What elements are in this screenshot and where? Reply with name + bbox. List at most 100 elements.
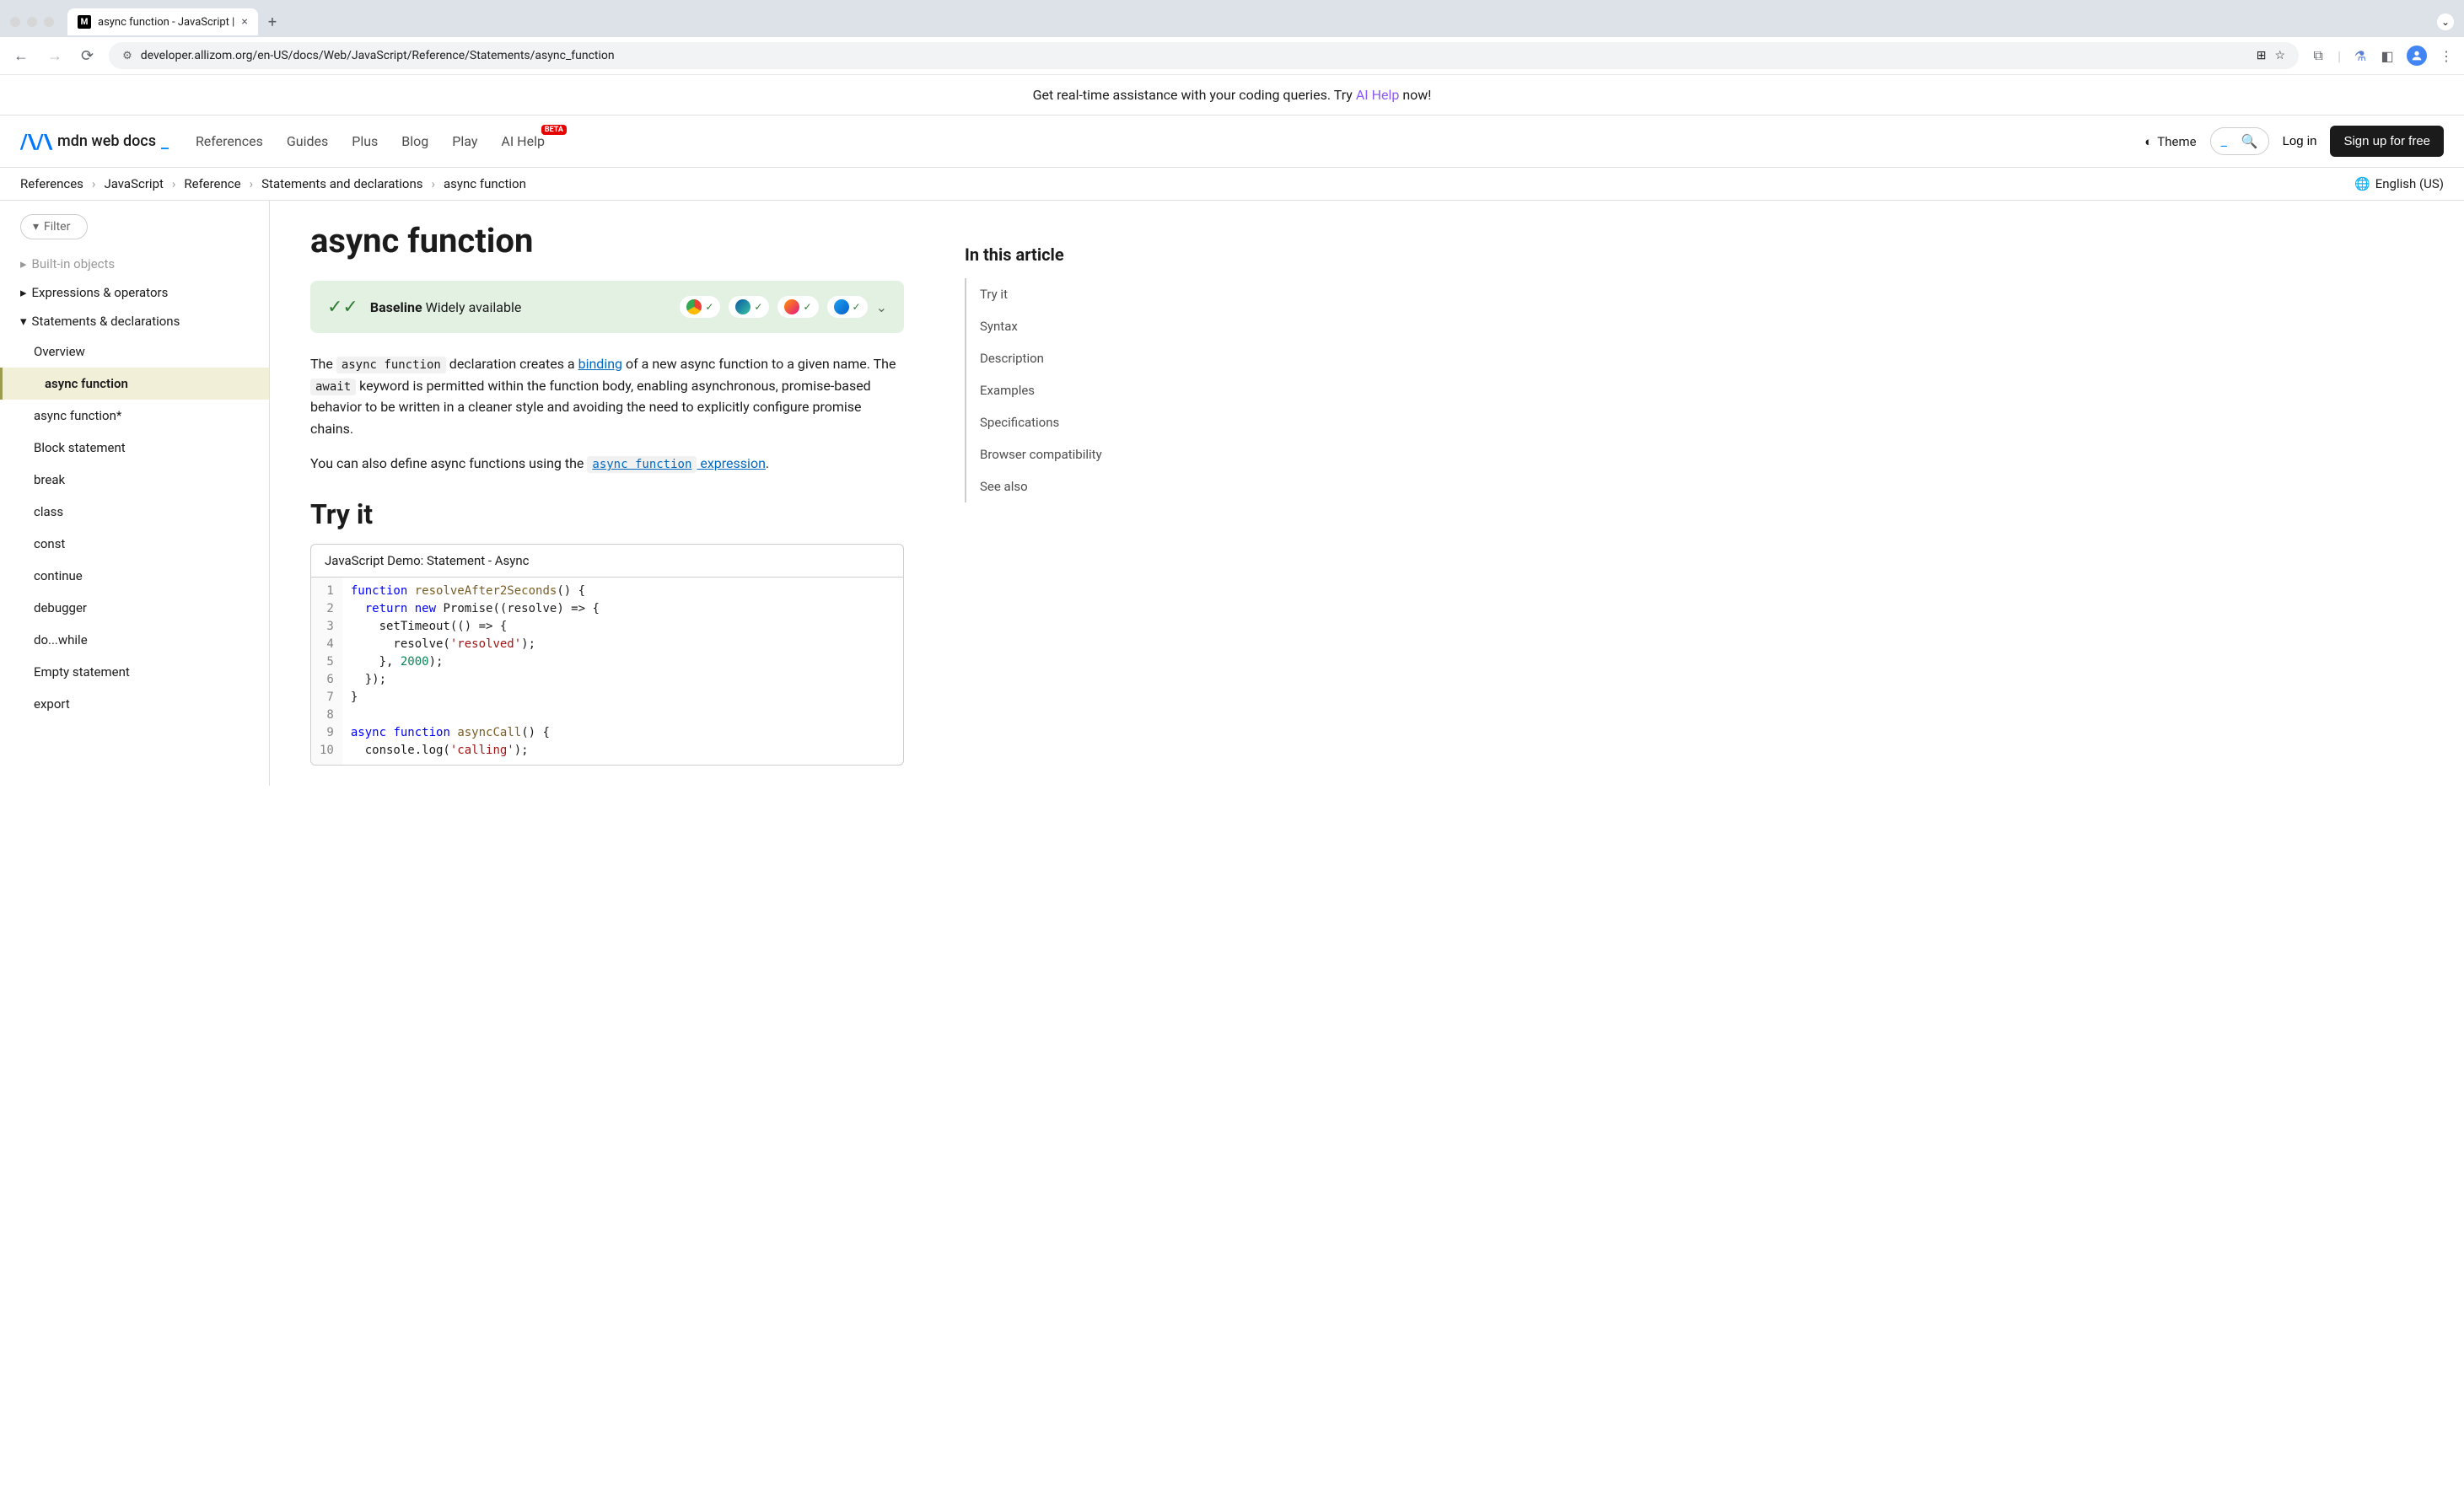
url-text: developer.allizom.org/en-US/docs/Web/Jav…: [141, 49, 615, 62]
nav-guides[interactable]: Guides: [287, 133, 328, 149]
forward-button[interactable]: →: [44, 44, 66, 68]
bookmark-icon[interactable]: ☆: [2275, 49, 2286, 62]
login-button[interactable]: Log in: [2283, 134, 2317, 148]
baseline-text: Baseline Widely available: [370, 299, 521, 315]
toc-browser-compat[interactable]: Browser compatibility: [965, 438, 1143, 470]
content: async function ✓✓ Baseline Widely availa…: [270, 201, 944, 786]
link-binding[interactable]: binding: [578, 356, 622, 372]
nav-references[interactable]: References: [196, 133, 263, 149]
code-content[interactable]: function resolveAfter2Seconds() { return…: [342, 578, 608, 765]
sidebar-item-class[interactable]: class: [0, 496, 269, 528]
install-app-icon[interactable]: ⊞: [2257, 49, 2267, 62]
ai-help-link[interactable]: AI Help: [1356, 87, 1400, 103]
breadcrumb: References› JavaScript› Reference› State…: [20, 176, 526, 191]
sidebar-item-continue[interactable]: continue: [0, 560, 269, 592]
sidebar-item-const[interactable]: const: [0, 528, 269, 560]
back-button[interactable]: ←: [10, 44, 32, 68]
crumb-statements[interactable]: Statements and declarations: [261, 176, 422, 191]
menu-icon[interactable]: ⋮: [2439, 48, 2454, 63]
browser-tab[interactable]: M async function - JavaScript | ×: [67, 8, 258, 35]
browser-chrome: M async function - JavaScript | × + ⌄ ← …: [0, 0, 2464, 75]
theme-icon: ◐: [2144, 134, 2152, 149]
sidebar-section-statements[interactable]: ▾ Statements & declarations: [0, 307, 269, 336]
signup-button[interactable]: Sign up for free: [2330, 126, 2444, 157]
toc-see-also[interactable]: See also: [965, 470, 1143, 502]
firefox-badge: ✓: [777, 296, 818, 318]
table-of-contents: In this article Try it Syntax Descriptio…: [944, 201, 1164, 786]
nav-play[interactable]: Play: [452, 133, 477, 149]
safari-badge: ✓: [827, 296, 868, 318]
maximize-window[interactable]: [44, 17, 54, 27]
nav-blog[interactable]: Blog: [401, 133, 428, 149]
toc-tryit[interactable]: Try it: [965, 278, 1143, 310]
toc-examples[interactable]: Examples: [965, 374, 1143, 406]
tab-overflow-icon[interactable]: ⌄: [2437, 13, 2454, 30]
filter-input[interactable]: ▾ Filter: [20, 214, 88, 239]
baseline-widget[interactable]: ✓✓ Baseline Widely available ✓ ✓ ✓ ✓ ⌄: [310, 281, 904, 333]
toc-heading: In this article: [965, 244, 1143, 265]
extensions-icon[interactable]: ⧉: [2311, 48, 2326, 63]
sidebar-item-block[interactable]: Block statement: [0, 432, 269, 464]
firefox-icon: [784, 299, 799, 314]
link-async-expression[interactable]: async function expression: [587, 455, 766, 471]
baseline-check-icon: ✓✓: [327, 297, 358, 318]
sidebar-item-do-while[interactable]: do...while: [0, 624, 269, 656]
theme-toggle[interactable]: ◐ Theme: [2144, 134, 2196, 149]
nav-plus[interactable]: Plus: [352, 133, 378, 149]
safari-icon: [834, 299, 849, 314]
minimize-window[interactable]: [27, 17, 37, 27]
sidebar-item-overview[interactable]: Overview: [0, 336, 269, 368]
toolbar-icons: ⧉ | ⚗ ◧ ⋮: [2311, 46, 2454, 66]
sidepanel-icon[interactable]: ◧: [2380, 48, 2395, 63]
banner-text-after: now!: [1399, 87, 1431, 103]
code-await: await: [310, 379, 356, 395]
new-tab-icon[interactable]: +: [268, 13, 277, 31]
close-tab-icon[interactable]: ×: [241, 15, 247, 29]
sidebar-section-builtin[interactable]: ▸ Built-in objects: [0, 250, 269, 278]
sidebar-item-export[interactable]: export: [0, 688, 269, 720]
mdn-logo[interactable]: /\/\ mdn web docs _: [20, 130, 169, 153]
sidebar-item-async-function-star[interactable]: async function*: [0, 400, 269, 432]
toc-syntax[interactable]: Syntax: [965, 310, 1143, 342]
logo-text: mdn web docs: [57, 132, 156, 150]
labs-icon[interactable]: ⚗: [2353, 48, 2368, 63]
sidebar-item-async-function[interactable]: async function: [0, 368, 269, 400]
intro-paragraph-1: The async function declaration creates a…: [310, 353, 904, 439]
sidebar-section-expressions[interactable]: ▸ Expressions & operators: [0, 278, 269, 307]
toc-specifications[interactable]: Specifications: [965, 406, 1143, 438]
theme-label: Theme: [2157, 134, 2196, 149]
page-title: async function: [310, 221, 904, 261]
header-right: ◐ Theme _ 🔍 Log in Sign up for free: [2144, 126, 2444, 157]
site-settings-icon[interactable]: ⚙: [122, 50, 132, 62]
crumb-references[interactable]: References: [20, 176, 83, 191]
search-cursor: _: [2221, 133, 2227, 149]
beta-badge: BETA: [541, 125, 567, 135]
crumb-current[interactable]: async function: [444, 176, 526, 191]
search-box[interactable]: _ 🔍: [2210, 127, 2269, 155]
reload-button[interactable]: ⟳: [78, 44, 97, 68]
code-editor[interactable]: 12345678910 function resolveAfter2Second…: [311, 578, 903, 765]
url-bar[interactable]: ⚙ developer.allizom.org/en-US/docs/Web/J…: [109, 42, 2299, 69]
main-layout: ▾ Filter ▸ Built-in objects ▸ Expression…: [0, 201, 2464, 786]
browser-toolbar: ← → ⟳ ⚙ developer.allizom.org/en-US/docs…: [0, 37, 2464, 75]
logo-icon: /\/\: [20, 130, 52, 153]
crumb-reference[interactable]: Reference: [184, 176, 240, 191]
intro-paragraph-2: You can also define async functions usin…: [310, 453, 904, 475]
demo-box: JavaScript Demo: Statement - Async 12345…: [310, 544, 904, 766]
chrome-icon: [686, 299, 702, 314]
sidebar-item-break[interactable]: break: [0, 464, 269, 496]
close-window[interactable]: [10, 17, 20, 27]
breadcrumb-bar: References› JavaScript› Reference› State…: [0, 168, 2464, 201]
crumb-javascript[interactable]: JavaScript: [104, 176, 163, 191]
sidebar-item-empty[interactable]: Empty statement: [0, 656, 269, 688]
profile-avatar[interactable]: [2407, 46, 2427, 66]
browser-badges: ✓ ✓ ✓ ✓ ⌄: [680, 296, 887, 318]
globe-icon: 🌐: [2354, 176, 2370, 191]
language-switcher[interactable]: 🌐 English (US): [2354, 176, 2444, 191]
demo-header: JavaScript Demo: Statement - Async: [311, 545, 903, 578]
chevron-down-icon[interactable]: ⌄: [876, 299, 887, 315]
language-label: English (US): [2375, 176, 2444, 191]
nav-ai-help[interactable]: AI HelpBETA: [501, 133, 545, 149]
toc-description[interactable]: Description: [965, 342, 1143, 374]
sidebar-item-debugger[interactable]: debugger: [0, 592, 269, 624]
